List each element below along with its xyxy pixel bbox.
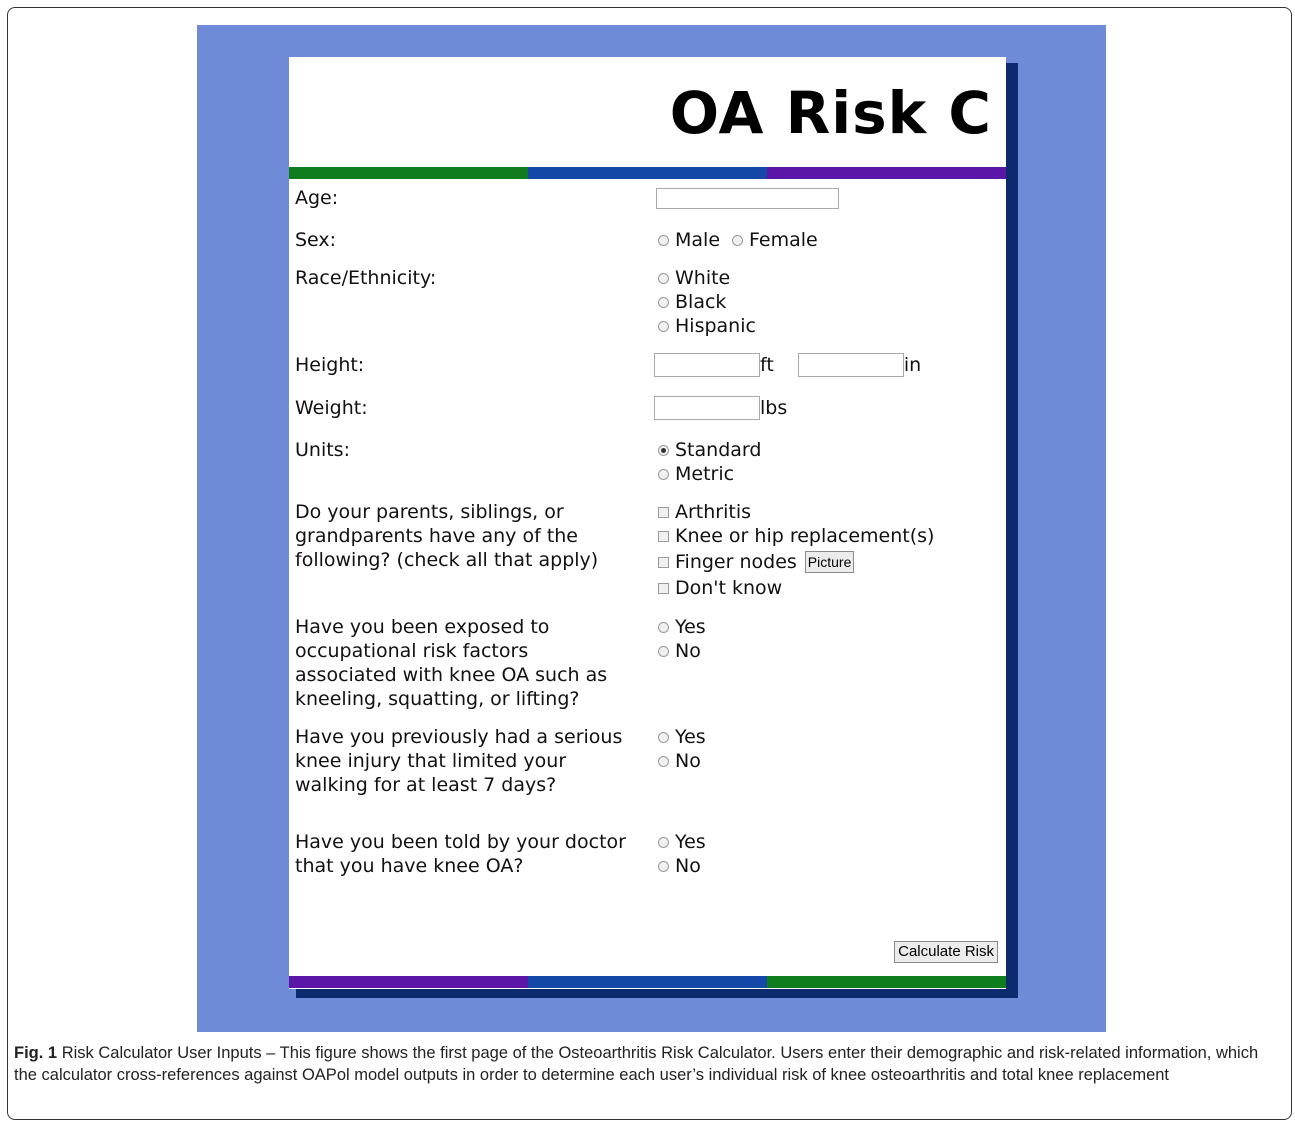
race-label: Race/Ethnicity:: [295, 267, 437, 289]
age-label: Age:: [295, 187, 339, 209]
height-label: Height:: [295, 354, 365, 376]
race-option-white[interactable]: White: [658, 266, 756, 290]
family-options: Arthritis Knee or hip replacement(s) Fin…: [658, 500, 934, 600]
calculator-panel: OA Risk C Age: Sex: Male Female Race/Eth…: [289, 57, 1006, 989]
occupational-option-no[interactable]: No: [658, 639, 706, 663]
doctor-option-yes[interactable]: Yes: [658, 830, 706, 854]
figure-caption: Fig. 1 Risk Calculator User Inputs – Thi…: [14, 1042, 1279, 1086]
family-option-replacement[interactable]: Knee or hip replacement(s): [658, 524, 934, 548]
sex-option-female[interactable]: Female: [732, 228, 818, 252]
page-title: OA Risk C: [669, 79, 992, 147]
family-question: Do your parents, siblings, or grandparen…: [295, 501, 599, 571]
radio-icon[interactable]: [658, 836, 669, 848]
checkbox-icon[interactable]: [658, 530, 669, 542]
bottom-color-bar: [289, 976, 1006, 988]
radio-icon[interactable]: [658, 272, 669, 284]
family-option-finger-nodes[interactable]: Finger nodes Picture: [658, 548, 934, 576]
weight-label: Weight:: [295, 397, 368, 419]
injury-options: Yes No: [658, 725, 706, 773]
radio-icon[interactable]: [658, 860, 669, 872]
radio-icon[interactable]: [658, 755, 669, 767]
occupational-question: Have you been exposed to occupational ri…: [295, 616, 608, 710]
checkbox-icon[interactable]: [658, 582, 669, 594]
height-in-unit: in: [903, 354, 922, 376]
height-ft-unit: ft: [760, 354, 774, 376]
injury-option-yes[interactable]: Yes: [658, 725, 706, 749]
radio-icon[interactable]: [658, 645, 669, 657]
occupational-option-yes[interactable]: Yes: [658, 615, 706, 639]
radio-checked-icon[interactable]: [658, 444, 669, 456]
injury-question: Have you previously had a serious knee i…: [295, 726, 623, 796]
age-answer: [656, 186, 839, 210]
sex-option-male[interactable]: Male: [658, 228, 720, 252]
doctor-option-no[interactable]: No: [658, 854, 706, 878]
radio-icon[interactable]: [658, 320, 669, 332]
radio-icon[interactable]: [658, 731, 669, 743]
occupational-options: Yes No: [658, 615, 706, 663]
radio-icon[interactable]: [732, 234, 744, 246]
race-options: White Black Hispanic: [658, 266, 756, 338]
age-input[interactable]: [656, 188, 839, 209]
sex-options: Male Female: [658, 228, 818, 252]
height-ft-input[interactable]: [654, 353, 760, 377]
radio-icon[interactable]: [658, 621, 669, 633]
radio-icon[interactable]: [658, 296, 669, 308]
doctor-options: Yes No: [658, 830, 706, 878]
picture-button[interactable]: Picture: [804, 551, 855, 573]
units-label: Units:: [295, 439, 350, 461]
checkbox-icon[interactable]: [658, 506, 669, 518]
doctor-question: Have you been told by your doctor that y…: [295, 831, 626, 877]
height-answer: ft in: [654, 353, 921, 377]
caption-label: Fig. 1: [14, 1044, 58, 1062]
race-option-hispanic[interactable]: Hispanic: [658, 314, 756, 338]
radio-icon[interactable]: [658, 468, 669, 480]
family-option-arthritis[interactable]: Arthritis: [658, 500, 934, 524]
checkbox-icon[interactable]: [658, 556, 669, 568]
calculate-risk-button[interactable]: Calculate Risk: [894, 941, 998, 963]
injury-option-no[interactable]: No: [658, 749, 706, 773]
radio-icon[interactable]: [658, 234, 669, 246]
sex-label: Sex:: [295, 229, 337, 251]
race-option-black[interactable]: Black: [658, 290, 756, 314]
weight-unit: lbs: [760, 397, 788, 419]
family-option-dont-know[interactable]: Don't know: [658, 576, 934, 600]
units-option-standard[interactable]: Standard: [658, 438, 761, 462]
units-option-metric[interactable]: Metric: [658, 462, 761, 486]
units-options: Standard Metric: [658, 438, 761, 486]
weight-answer: lbs: [654, 396, 787, 420]
height-in-input[interactable]: [797, 353, 904, 377]
weight-input[interactable]: [654, 396, 760, 420]
caption-text: Risk Calculator User Inputs – This figur…: [14, 1044, 1259, 1084]
top-color-bar: [289, 167, 1006, 179]
